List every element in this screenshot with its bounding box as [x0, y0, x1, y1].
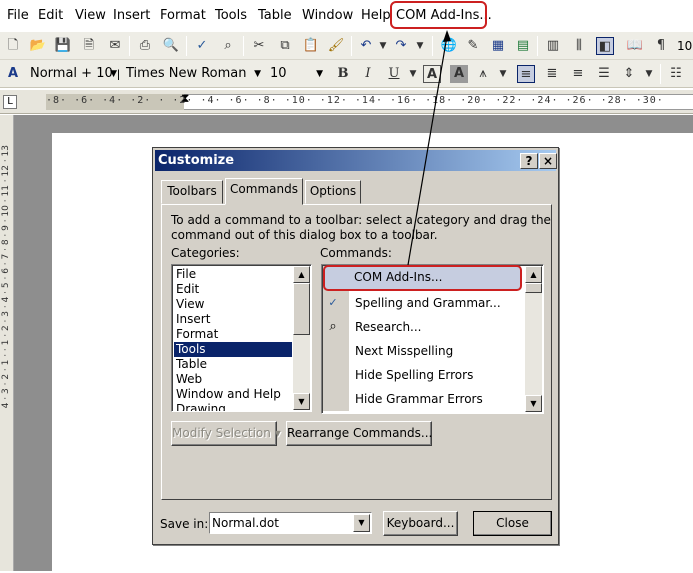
- arrow-line: [407, 35, 448, 266]
- arrow-head: [443, 30, 451, 42]
- tab-commands-label: Commands: [230, 182, 298, 196]
- tab-commands[interactable]: Commands: [225, 178, 303, 205]
- annotation-arrow: [407, 30, 451, 266]
